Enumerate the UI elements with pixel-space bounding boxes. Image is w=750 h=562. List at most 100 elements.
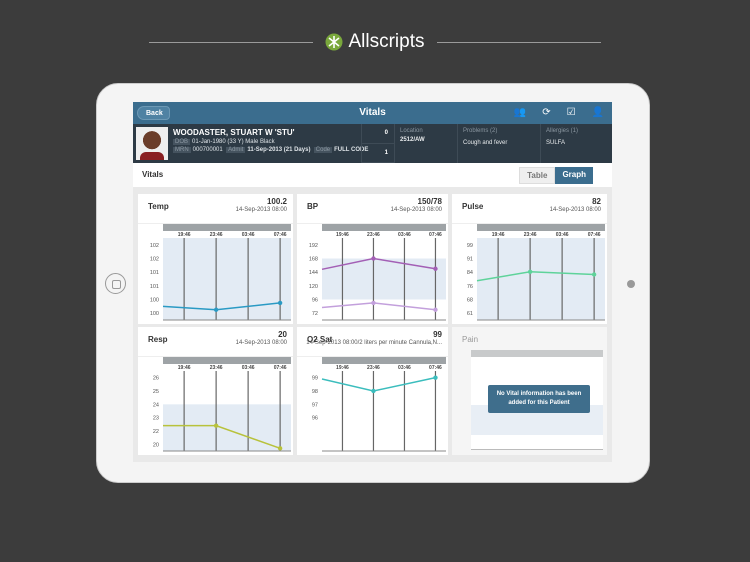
care-team-icon[interactable]: 👥 xyxy=(514,107,526,118)
code-label: Code xyxy=(313,147,333,153)
patient-list-icon[interactable]: 👤 xyxy=(592,107,604,118)
admit-label: Admit xyxy=(226,147,246,153)
y-tick-label: 192 xyxy=(309,243,318,249)
data-point xyxy=(433,307,438,312)
normal-range-band xyxy=(477,238,605,320)
y-tick-label: 25 xyxy=(153,389,159,395)
y-tick-label: 144 xyxy=(309,270,318,276)
y-tick-label: 96 xyxy=(312,298,318,304)
vital-card-bp[interactable]: BP 150/78 14-Sep-2013 08:00 19:46 23:46 03:46… xyxy=(297,194,448,324)
y-tick-label: 100 xyxy=(150,298,159,304)
location-label: Location xyxy=(400,128,423,134)
vital-card-o2-sat[interactable]: O2 Sat 99 14-Sep-2013 08:00/2 liters per m… xyxy=(297,327,448,455)
dob: 01-Jan-1980 (33 Y) Male Black xyxy=(192,139,275,145)
dob-label: DOB xyxy=(173,139,191,145)
y-tick-label: 168 xyxy=(309,257,318,263)
y-tick-label: 98 xyxy=(312,389,318,395)
data-point xyxy=(371,256,376,261)
latest-date: 14-Sep-2013 08:00 xyxy=(235,340,287,346)
time-label: 03:46 xyxy=(242,365,255,371)
latest-date: 14-Sep-2013 08:00 xyxy=(390,207,442,213)
time-label: 07:46 xyxy=(274,232,287,238)
latest-value: 99 xyxy=(433,330,442,339)
problems: Cough and fever xyxy=(463,140,508,146)
y-tick-label: 23 xyxy=(153,416,159,422)
y-tick-label: 99 xyxy=(312,376,318,382)
y-tick-label: 96 xyxy=(312,416,318,422)
app-screen: Back Vitals 👥 ⟳ ☑ 👤 WOODASTER, STUART W … xyxy=(133,102,612,462)
y-tick-label: 99 xyxy=(467,243,473,249)
refresh-icon[interactable]: ⟳ xyxy=(542,107,550,118)
y-tick-label: 120 xyxy=(309,284,318,290)
y-tick-label: 101 xyxy=(150,284,159,290)
brand-header: Allscripts xyxy=(0,31,750,53)
time-header-bar xyxy=(163,357,291,364)
mrn: 000700001 xyxy=(192,147,223,153)
series-line xyxy=(321,302,436,311)
data-point xyxy=(213,423,219,428)
home-button[interactable] xyxy=(105,273,126,294)
section-title: Vitals xyxy=(142,170,164,179)
y-tick-label: 97 xyxy=(312,402,318,408)
count-bottom: 1 xyxy=(362,144,394,163)
time-header-bar xyxy=(163,224,291,231)
avatar xyxy=(136,127,168,160)
admit: 11-Sep-2013 (21 Days) xyxy=(247,147,311,153)
data-point xyxy=(371,300,376,306)
time-label: 03:46 xyxy=(242,232,255,238)
tasks-icon[interactable]: ☑ xyxy=(567,107,576,118)
time-label: 19:46 xyxy=(336,232,349,238)
card-title: BP xyxy=(307,202,319,211)
card-title: Pain xyxy=(462,335,479,344)
mrn-label: MRN xyxy=(173,147,191,153)
y-tick-label: 91 xyxy=(467,257,473,263)
section-header: Vitals Table Graph xyxy=(133,163,612,187)
divider xyxy=(436,41,601,43)
card-title: Temp xyxy=(148,202,169,211)
time-header-bar xyxy=(322,224,446,231)
y-tick-label: 102 xyxy=(150,243,159,249)
latest-date: 14-Sep-2013 08:00/2 liters per minute Ca… xyxy=(306,340,442,346)
y-tick-label: 22 xyxy=(153,429,159,435)
vital-chart: 19:46 23:46 03:46 07:46 26 25 24 23 22 20 xyxy=(153,357,291,452)
latest-value: 100.2 xyxy=(266,197,287,206)
time-label: 03:46 xyxy=(398,365,411,371)
y-tick-label: 68 xyxy=(467,298,473,304)
y-tick-label: 101 xyxy=(150,270,159,276)
patient-banner[interactable]: WOODASTER, STUART W 'STU' DOB 01-Jan-1980… xyxy=(133,124,612,163)
time-label: 23:46 xyxy=(524,232,537,238)
vital-card-resp[interactable]: Resp 20 14-Sep-2013 08:00 19:46 23:46 03:46 07… xyxy=(138,327,293,455)
data-point xyxy=(591,272,597,277)
time-label: 19:46 xyxy=(178,365,191,371)
time-label: 19:46 xyxy=(178,232,191,238)
y-tick-label: 76 xyxy=(467,284,473,290)
y-tick-label: 26 xyxy=(153,376,159,382)
y-tick-label: 24 xyxy=(153,402,159,408)
card-title: Pulse xyxy=(462,202,484,211)
y-tick-label: 20 xyxy=(153,442,159,448)
nav-bar: Back Vitals 👥 ⟳ ☑ 👤 xyxy=(133,102,612,124)
data-point xyxy=(213,307,219,312)
time-label: 19:46 xyxy=(492,232,505,238)
tab-table[interactable]: Table xyxy=(519,167,556,184)
tab-graph[interactable]: Graph xyxy=(555,167,593,184)
allergies: SULFA xyxy=(546,140,566,146)
no-data-message: No Vital information has been added for … xyxy=(488,385,590,413)
time-label: 23:46 xyxy=(367,365,380,371)
vital-card-pulse[interactable]: Pulse 82 14-Sep-2013 08:00 19:46 23:46 03:46 0… xyxy=(452,194,607,324)
latest-date: 14-Sep-2013 08:00 xyxy=(235,207,287,213)
y-tick-label: 61 xyxy=(467,311,473,317)
time-label: 23:46 xyxy=(367,232,380,238)
time-header-bar xyxy=(322,357,446,364)
pain-card: Pain No Vital information has been added… xyxy=(452,327,607,455)
vital-card-temp[interactable]: Temp 100.2 14-Sep-2013 08:00 19:46 23:46 03:4… xyxy=(138,194,293,324)
view-toggle: Table Graph xyxy=(519,167,593,184)
allscripts-logo: Allscripts xyxy=(325,31,425,53)
y-tick-label: 102 xyxy=(150,257,159,263)
data-point xyxy=(433,375,438,380)
data-point xyxy=(371,388,376,394)
time-label: 07:46 xyxy=(274,365,287,371)
brand-name: Allscripts xyxy=(348,31,425,52)
problems-label: Problems (2) xyxy=(463,128,498,134)
normal-range-band xyxy=(163,404,291,451)
